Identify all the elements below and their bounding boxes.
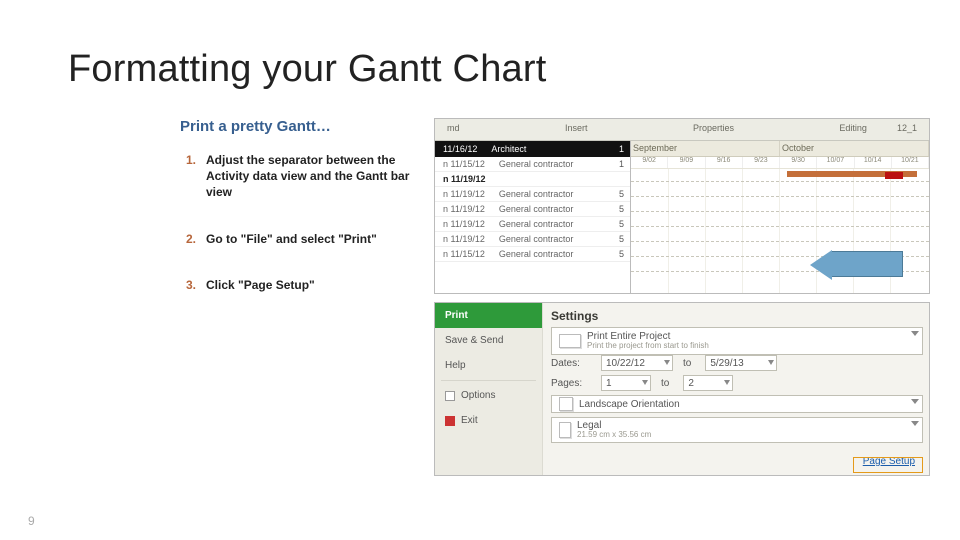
step-3: 3. Click "Page Setup" — [180, 277, 460, 293]
gantt-screenshot: md Insert Properties Editing 12_1 11/16/… — [434, 118, 930, 294]
page-to-input[interactable]: 2 — [683, 375, 733, 391]
menu-item-help[interactable]: Help — [435, 353, 542, 378]
timeline-months: September October — [631, 141, 929, 157]
label-to: to — [683, 358, 691, 369]
page-from-input[interactable]: 1 — [601, 375, 651, 391]
qty-column: 1 1 5 5 5 5 5 — [604, 141, 624, 293]
table-row-selected[interactable]: 11/16/12 Architect — [435, 141, 630, 157]
menu-item-save-send[interactable]: Save & Send — [435, 328, 542, 353]
exit-icon — [445, 416, 455, 426]
month-label: October — [780, 141, 929, 156]
ribbon-meta: 12_1 — [879, 119, 929, 140]
chevron-down-icon — [911, 331, 919, 336]
label-to: to — [661, 378, 669, 389]
ribbon-group: Properties — [681, 119, 746, 140]
label: Pages: — [551, 378, 591, 389]
menu-item-options[interactable]: Options — [435, 383, 542, 408]
chevron-down-icon — [911, 399, 919, 404]
slide-subtitle: Print a pretty Gantt… — [180, 118, 331, 135]
pages-field: Pages: 1 to 2 — [551, 375, 923, 391]
ribbon-group: md — [435, 119, 472, 140]
project-icon — [559, 334, 581, 348]
chevron-down-icon — [642, 380, 648, 385]
step-1: 1. Adjust the separator between the Acti… — [180, 152, 460, 201]
step-text: Go to "File" and select "Print" — [206, 231, 377, 247]
orientation-dropdown[interactable]: Landscape Orientation — [551, 395, 923, 413]
chevron-down-icon — [768, 360, 774, 365]
gantt-activity-table: 11/16/12 Architect n 11/15/12General con… — [435, 141, 631, 293]
date-from-input[interactable]: 10/22/12 — [601, 355, 673, 371]
table-row[interactable]: n 11/19/12General contractor — [435, 187, 630, 202]
ribbon-group: Editing — [827, 119, 879, 140]
ribbon: md Insert Properties Editing 12_1 — [435, 119, 929, 141]
table-row[interactable]: n 11/19/12General contractor — [435, 202, 630, 217]
table-row[interactable]: n 11/19/12General contractor — [435, 232, 630, 247]
chevron-down-icon — [724, 380, 730, 385]
print-scope-dropdown[interactable]: Print Entire Project Print the project f… — [551, 327, 923, 355]
options-icon — [445, 391, 455, 401]
file-print-panel: Print Save & Send Help Options Exit Sett… — [434, 302, 930, 476]
cell-role: Architect — [491, 144, 526, 154]
paper-icon — [559, 422, 571, 438]
month-label: September — [631, 141, 780, 156]
dropdown-sub: 21.59 cm x 35.56 cm — [577, 431, 651, 440]
step-list: 1. Adjust the separator between the Acti… — [180, 138, 460, 293]
table-row[interactable]: n 11/19/12 — [435, 172, 630, 187]
settings-header: Settings — [551, 309, 923, 323]
table-row[interactable]: n 11/15/12General contractor — [435, 157, 630, 172]
chevron-down-icon — [664, 360, 670, 365]
step-number: 1. — [180, 152, 196, 201]
ribbon-group: Insert — [553, 119, 600, 140]
dropdown-value: Landscape Orientation — [579, 399, 680, 410]
dates-field: Dates: 10/22/12 to 5/29/13 — [551, 355, 923, 371]
step-text: Adjust the separator between the Activit… — [206, 152, 436, 201]
arrow-callout-icon — [831, 251, 903, 277]
menu-item-print[interactable]: Print — [435, 303, 542, 328]
table-row[interactable]: n 11/15/12General contractor — [435, 247, 630, 262]
orientation-icon — [559, 397, 573, 411]
step-number: 3. — [180, 277, 196, 293]
step-text: Click "Page Setup" — [206, 277, 315, 293]
page-setup-link[interactable]: Page Setup — [859, 454, 919, 469]
page-number: 9 — [28, 514, 35, 528]
slide-title: Formatting your Gantt Chart — [68, 48, 546, 91]
gantt-bar-area: September October 9/029/099/169/23 9/301… — [631, 141, 929, 293]
step-2: 2. Go to "File" and select "Print" — [180, 231, 460, 247]
date-to-input[interactable]: 5/29/13 — [705, 355, 777, 371]
file-menu: Print Save & Send Help Options Exit — [435, 303, 543, 475]
label: Dates: — [551, 358, 591, 369]
chevron-down-icon — [911, 421, 919, 426]
milestone-icon — [885, 172, 903, 179]
print-settings: Settings Print Entire Project Print the … — [551, 309, 923, 443]
table-row[interactable]: n 11/19/12General contractor — [435, 217, 630, 232]
paper-size-dropdown[interactable]: Legal 21.59 cm x 35.56 cm — [551, 417, 923, 443]
menu-item-exit[interactable]: Exit — [435, 408, 542, 433]
timeline-dates: 9/029/099/169/23 9/3010/0710/1410/21 — [631, 157, 929, 169]
dropdown-sub: Print the project from start to finish — [587, 342, 709, 351]
cell-date: 11/16/12 — [443, 144, 477, 154]
step-number: 2. — [180, 231, 196, 247]
